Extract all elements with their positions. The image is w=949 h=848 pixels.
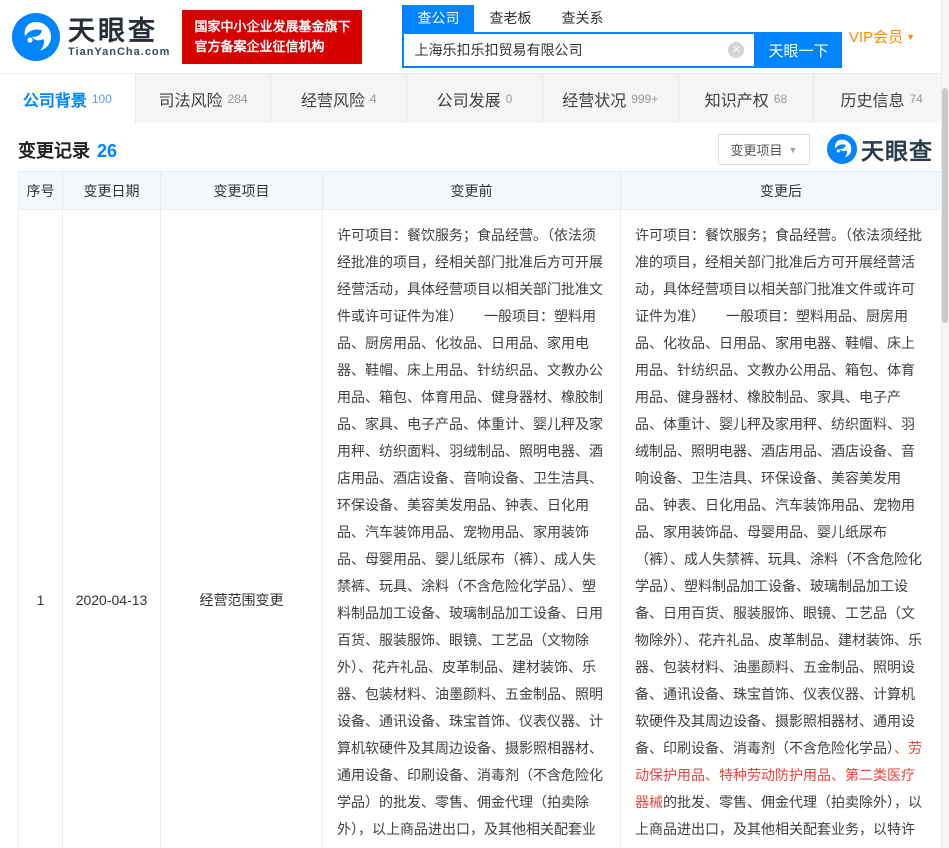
nav-tab-count: 0	[506, 92, 513, 106]
logo-text: 天眼查 TianYanCha.com	[68, 16, 170, 58]
search-button[interactable]: 天眼一下	[754, 32, 842, 68]
change-records-table: 序号 变更日期 变更项目 变更前 变更后 1 2020-04-13 经营范围变更…	[18, 171, 942, 848]
row-index: 1	[19, 210, 63, 848]
nav-tab-operation-risk[interactable]: 经营风险 4	[271, 74, 407, 123]
section-count: 26	[97, 141, 117, 161]
nav-tab-company-development[interactable]: 公司发展 0	[407, 74, 543, 123]
nav-tab-count: 68	[774, 92, 787, 106]
row-change-item: 经营范围变更	[161, 210, 323, 848]
nav-tab-label: 公司背景	[23, 87, 87, 111]
nav-tab-count: 999+	[631, 92, 658, 106]
search-tab-relation[interactable]: 查关系	[546, 5, 618, 32]
nav-tab-label: 公司发展	[437, 87, 501, 111]
table-header-row: 序号 变更日期 变更项目 变更前 变更后	[19, 172, 942, 210]
watermark-logo: 天眼查	[827, 132, 933, 166]
search-input[interactable]	[402, 32, 754, 68]
nav-tab-label: 知识产权	[705, 87, 769, 111]
col-header-date: 变更日期	[63, 172, 161, 210]
vip-link[interactable]: VIP会员▼	[849, 26, 949, 47]
search-tabs: 查公司 查老板 查关系	[402, 5, 842, 32]
nav-tab-label: 司法风险	[159, 87, 223, 111]
vip-label: VIP会员	[849, 29, 903, 46]
vertical-scrollbar-track[interactable]	[941, 0, 949, 848]
section-bar: 变更记录 26 变更项目 ▼ 天眼查	[0, 123, 949, 171]
nav-tab-label: 经营风险	[301, 87, 365, 111]
nav-tab-judicial-risk[interactable]: 司法风险 284	[136, 74, 272, 123]
gov-badge: 国家中小企业发展基金旗下 官方备案企业征信机构	[182, 10, 362, 64]
col-header-item: 变更项目	[161, 172, 323, 210]
search-row: ✕ 天眼一下	[402, 32, 842, 68]
gov-badge-line1: 国家中小企业发展基金旗下	[194, 17, 350, 37]
watermark-text: 天眼查	[861, 132, 933, 166]
filter-label: 变更项目	[731, 140, 783, 159]
nav-tab-count: 284	[228, 92, 248, 106]
vip-caret-icon: ▼	[906, 32, 915, 42]
nav-tab-count: 4	[370, 92, 377, 106]
nav-tabs: 公司背景 100 司法风险 284 经营风险 4 公司发展 0 经营状况 999…	[0, 73, 949, 123]
logo-cn: 天眼查	[68, 16, 170, 46]
nav-tab-count: 100	[92, 92, 112, 106]
section-title: 变更记录	[18, 137, 90, 163]
nav-tab-history-info[interactable]: 历史信息 74	[814, 74, 949, 123]
watermark-logo-icon	[827, 134, 857, 164]
search-tab-company[interactable]: 查公司	[402, 5, 474, 32]
col-header-index: 序号	[19, 172, 63, 210]
row-before-text: 许可项目：餐饮服务；食品经营。（依法须经批准的项目，经相关部门批准后方可开展经营…	[323, 210, 621, 848]
nav-tab-intellectual-property[interactable]: 知识产权 68	[679, 74, 815, 123]
search-input-wrap: ✕	[402, 32, 754, 68]
col-header-after: 变更后	[621, 172, 942, 210]
tianyancha-logo[interactable]: 天眼查 TianYanCha.com	[12, 13, 170, 61]
after-text-post: 的批发、零售、佣金代理（拍卖除外），以上商品进出口，及其他相关配套业务，以特许经…	[635, 794, 922, 848]
nav-tab-count: 74	[910, 92, 923, 106]
nav-tab-operation-status[interactable]: 经营状况 999+	[543, 74, 679, 123]
top-header: 天眼查 TianYanCha.com 国家中小企业发展基金旗下 官方备案企业征信…	[0, 0, 949, 73]
vertical-scrollbar-thumb[interactable]	[942, 88, 948, 323]
nav-tab-label: 经营状况	[562, 87, 626, 111]
col-header-before: 变更前	[323, 172, 621, 210]
page: 天眼查 TianYanCha.com 国家中小企业发展基金旗下 官方备案企业征信…	[0, 0, 949, 848]
nav-tab-company-background[interactable]: 公司背景 100	[0, 74, 136, 123]
logo-en: TianYanCha.com	[68, 46, 170, 58]
row-after-text: 许可项目：餐饮服务；食品经营。（依法须经批准的项目，经相关部门批准后方可开展经营…	[621, 210, 942, 848]
row-change-date: 2020-04-13	[63, 210, 161, 848]
after-text-pre: 许可项目：餐饮服务；食品经营。（依法须经批准的项目，经相关部门批准后方可开展经营…	[635, 227, 922, 756]
search-tab-boss[interactable]: 查老板	[474, 5, 546, 32]
tianyancha-logo-icon	[12, 13, 60, 61]
chevron-down-icon: ▼	[789, 145, 798, 155]
nav-tab-label: 历史信息	[840, 87, 904, 111]
gov-badge-line2: 官方备案企业征信机构	[194, 37, 350, 57]
search-area: 查公司 查老板 查关系 ✕ 天眼一下	[402, 5, 842, 68]
change-item-filter-dropdown[interactable]: 变更项目 ▼	[718, 134, 810, 165]
table-row: 1 2020-04-13 经营范围变更 许可项目：餐饮服务；食品经营。（依法须经…	[19, 210, 942, 848]
